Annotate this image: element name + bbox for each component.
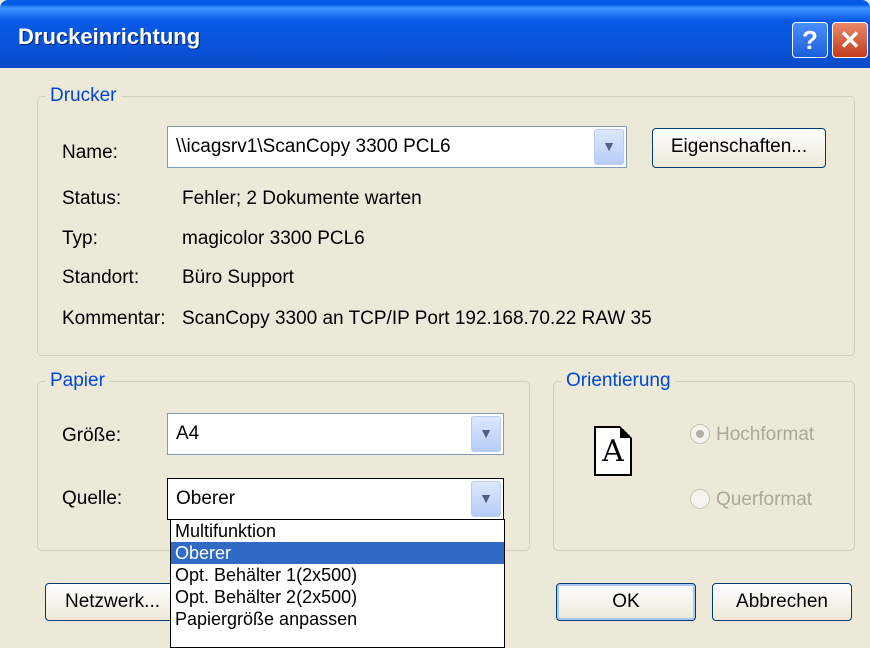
cancel-button[interactable]: Abbrechen bbox=[712, 583, 852, 621]
printer-name-label: Name: bbox=[62, 142, 118, 163]
location-label: Standort: bbox=[62, 267, 140, 288]
portrait-label: Hochformat bbox=[716, 424, 815, 445]
portrait-radio[interactable] bbox=[690, 424, 710, 444]
list-item-selected[interactable]: Oberer bbox=[171, 542, 504, 564]
chevron-down-icon[interactable]: ▼ bbox=[471, 416, 501, 452]
close-icon: ✕ bbox=[839, 25, 861, 55]
comment-label: Kommentar: bbox=[62, 308, 166, 329]
help-icon: ? bbox=[802, 25, 818, 55]
list-item[interactable]: Opt. Behälter 2(2x500) bbox=[171, 586, 504, 608]
type-value: magicolor 3300 PCL6 bbox=[182, 228, 365, 249]
list-item[interactable]: Papiergröße anpassen bbox=[171, 608, 504, 630]
paper-source-combo[interactable]: Oberer ▼ bbox=[167, 478, 504, 520]
help-button[interactable]: ? bbox=[792, 22, 828, 58]
size-label: Größe: bbox=[62, 425, 122, 446]
comment-value: ScanCopy 3300 an TCP/IP Port 192.168.70.… bbox=[182, 308, 652, 329]
list-item[interactable]: Opt. Behälter 1(2x500) bbox=[171, 564, 504, 586]
title-bar[interactable]: Druckeinrichtung ? ✕ bbox=[0, 0, 870, 68]
printer-name-combo[interactable]: \\icagsrv1\ScanCopy 3300 PCL6 ▼ bbox=[167, 126, 627, 168]
orientation-group-label: Orientierung bbox=[562, 370, 675, 392]
status-value: Fehler; 2 Dokumente warten bbox=[182, 188, 422, 209]
chevron-down-icon[interactable]: ▼ bbox=[471, 481, 501, 517]
landscape-radio[interactable] bbox=[690, 489, 710, 509]
network-button[interactable]: Netzwerk... bbox=[45, 583, 180, 621]
paper-size-value: A4 bbox=[176, 423, 200, 444]
type-label: Typ: bbox=[62, 228, 98, 249]
ok-button[interactable]: OK bbox=[556, 583, 696, 621]
paper-source-value: Oberer bbox=[176, 488, 236, 509]
chevron-down-icon[interactable]: ▼ bbox=[594, 129, 624, 165]
printer-group-label: Drucker bbox=[46, 85, 121, 107]
list-item[interactable]: Multifunktion bbox=[171, 520, 504, 542]
properties-button[interactable]: Eigenschaften... bbox=[652, 128, 826, 168]
window-title: Druckeinrichtung bbox=[18, 24, 201, 49]
paper-source-dropdown-list[interactable]: Multifunktion Oberer Opt. Behälter 1(2x5… bbox=[170, 519, 505, 648]
landscape-label: Querformat bbox=[716, 489, 813, 510]
paper-group-label: Papier bbox=[46, 370, 109, 392]
location-value: Büro Support bbox=[182, 267, 294, 288]
printer-name-value: \\icagsrv1\ScanCopy 3300 PCL6 bbox=[176, 136, 451, 157]
close-button[interactable]: ✕ bbox=[832, 22, 868, 58]
status-label: Status: bbox=[62, 188, 122, 209]
page-orientation-icon: A bbox=[594, 426, 632, 476]
paper-size-combo[interactable]: A4 ▼ bbox=[167, 413, 504, 455]
source-label: Quelle: bbox=[62, 488, 123, 509]
